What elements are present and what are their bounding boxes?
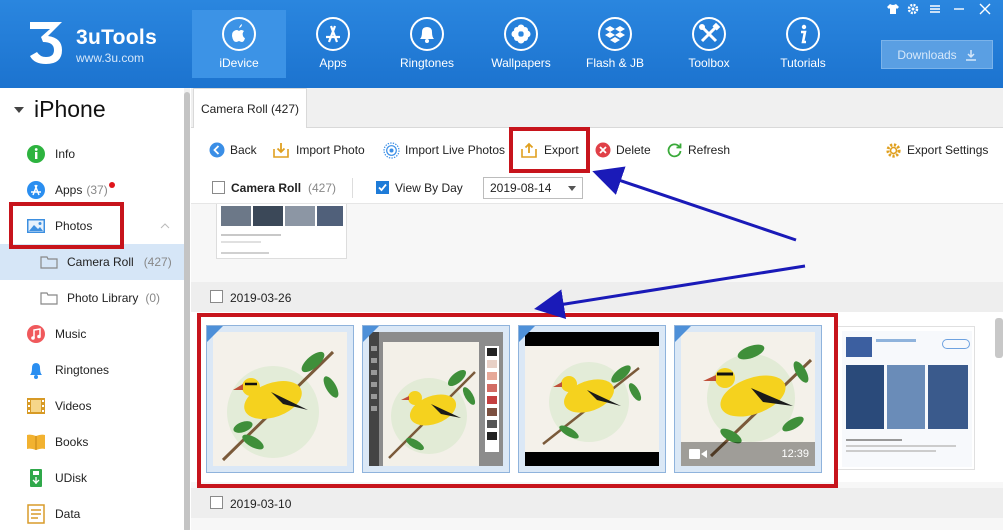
- nav-label: iDevice: [219, 56, 259, 70]
- sidebar-scrollbar[interactable]: [184, 88, 190, 530]
- sidebar-item-books[interactable]: Books: [0, 424, 184, 460]
- nav-wallpapers[interactable]: Wallpapers: [474, 10, 568, 78]
- menu-icon[interactable]: [926, 3, 944, 17]
- nav-apps[interactable]: Apps: [286, 10, 380, 78]
- app-name: 3uTools: [76, 26, 158, 49]
- flower-icon: [504, 17, 538, 51]
- toolbar: Back Import Photo Import Live Photos Exp…: [191, 128, 1003, 172]
- select-all-checkbox[interactable]: [212, 181, 225, 194]
- import-live-photos-button[interactable]: Import Live Photos: [383, 140, 505, 160]
- highlight-photos: [9, 202, 124, 249]
- header-bar: 3uTools www.3u.com iDevice Apps Ringtone…: [0, 0, 1003, 88]
- film-icon: [27, 398, 45, 414]
- nav-toolbox[interactable]: Toolbox: [662, 10, 756, 78]
- date-group-checkbox[interactable]: [210, 290, 223, 303]
- folder-icon: [40, 256, 58, 269]
- date-group-header: 2019-03-26: [191, 282, 1003, 312]
- nav-idevice[interactable]: iDevice: [192, 10, 286, 78]
- screenshot-image: [842, 331, 972, 467]
- date-group-checkbox[interactable]: [210, 496, 223, 509]
- content-scrollbar-thumb[interactable]: [995, 318, 1003, 358]
- collapse-icon: [14, 106, 24, 113]
- settings-gear-icon[interactable]: [904, 3, 922, 17]
- back-arrow-icon: [209, 142, 225, 158]
- delete-button[interactable]: Delete: [595, 140, 651, 160]
- back-button[interactable]: Back: [209, 140, 257, 160]
- device-name[interactable]: iPhone: [14, 96, 106, 123]
- chevron-down-icon: [568, 186, 576, 191]
- skin-icon[interactable]: [884, 3, 902, 17]
- photo-thumbnail[interactable]: [216, 204, 347, 259]
- album-count: (427): [308, 181, 337, 195]
- nav-label: Apps: [319, 56, 347, 70]
- sidebar-item-ringtones[interactable]: Ringtones: [0, 352, 184, 388]
- dropbox-icon: [598, 17, 632, 51]
- divider: [352, 178, 353, 198]
- sidebar-item-music[interactable]: Music: [0, 316, 184, 352]
- live-photo-icon: [383, 141, 400, 159]
- tab-bar: Camera Roll (427): [191, 88, 1003, 129]
- delete-icon: [595, 142, 611, 158]
- chevron-up-icon: [160, 223, 170, 229]
- notification-dot: [108, 182, 115, 188]
- nav-label: Toolbox: [688, 56, 730, 70]
- photo-thumbnail[interactable]: [837, 326, 975, 470]
- refresh-icon: [667, 142, 682, 157]
- sidebar: iPhone Info Apps (37) Photos Camera Roll…: [0, 88, 190, 530]
- export-settings-button[interactable]: Export Settings: [885, 140, 988, 160]
- import-icon: [273, 143, 289, 158]
- app-window: 3uTools www.3u.com iDevice Apps Ringtone…: [0, 0, 1003, 530]
- close-icon[interactable]: [976, 3, 994, 17]
- date-dropdown[interactable]: 2019-08-14: [483, 177, 583, 199]
- scrollbar-thumb[interactable]: [184, 92, 190, 530]
- info-circle-icon: [27, 145, 45, 163]
- sidebar-item-info[interactable]: Info: [0, 136, 184, 172]
- app-store-icon: [316, 17, 350, 51]
- music-icon: [27, 325, 45, 343]
- refresh-button[interactable]: Refresh: [666, 140, 730, 160]
- view-by-day-label: View By Day: [395, 181, 463, 195]
- minimize-icon[interactable]: [950, 3, 968, 17]
- tools-icon: [692, 17, 726, 51]
- nav-label: Flash & JB: [585, 56, 645, 70]
- album-label: Camera Roll: [231, 181, 302, 195]
- highlight-selected-photos: [197, 313, 838, 488]
- nav-label: Wallpapers: [491, 56, 551, 70]
- app-store-icon: [27, 181, 45, 199]
- nav-ringtones[interactable]: Ringtones: [380, 10, 474, 78]
- data-icon: [27, 504, 45, 524]
- highlight-export: [509, 127, 590, 173]
- folder-icon: [40, 292, 58, 305]
- sidebar-item-camera-roll[interactable]: Camera Roll (427): [0, 244, 184, 280]
- date-group-header: 2019-03-10: [191, 488, 1003, 518]
- book-icon: [27, 434, 45, 450]
- sidebar-item-data[interactable]: Data: [0, 496, 184, 530]
- 3utools-logo: [30, 22, 62, 64]
- bell-icon: [410, 17, 444, 51]
- nav-flash-jb[interactable]: Flash & JB: [568, 10, 662, 78]
- apple-icon: [222, 17, 256, 51]
- sidebar-item-videos[interactable]: Videos: [0, 388, 184, 424]
- downloads-label: Downloads: [897, 47, 957, 62]
- sidebar-item-udisk[interactable]: UDisk: [0, 460, 184, 496]
- gear-icon: [886, 142, 901, 158]
- import-photo-button[interactable]: Import Photo: [273, 140, 365, 160]
- usb-icon: [30, 469, 42, 487]
- download-icon: [965, 49, 976, 61]
- sidebar-item-photo-library[interactable]: Photo Library (0): [0, 280, 184, 316]
- info-icon: [786, 17, 820, 51]
- tab-camera-roll[interactable]: Camera Roll (427): [193, 88, 307, 129]
- nav-label: Ringtones: [399, 56, 455, 70]
- downloads-button[interactable]: Downloads: [881, 40, 993, 69]
- nav-label: Tutorials: [780, 56, 826, 70]
- bell-icon: [30, 363, 42, 379]
- view-by-day-checkbox[interactable]: [376, 181, 389, 194]
- nav-tutorials[interactable]: Tutorials: [756, 10, 850, 78]
- app-url: www.3u.com: [76, 51, 145, 65]
- filter-bar: Camera Roll (427) View By Day 2019-08-14: [191, 172, 1003, 204]
- checkmark-icon: [378, 183, 387, 192]
